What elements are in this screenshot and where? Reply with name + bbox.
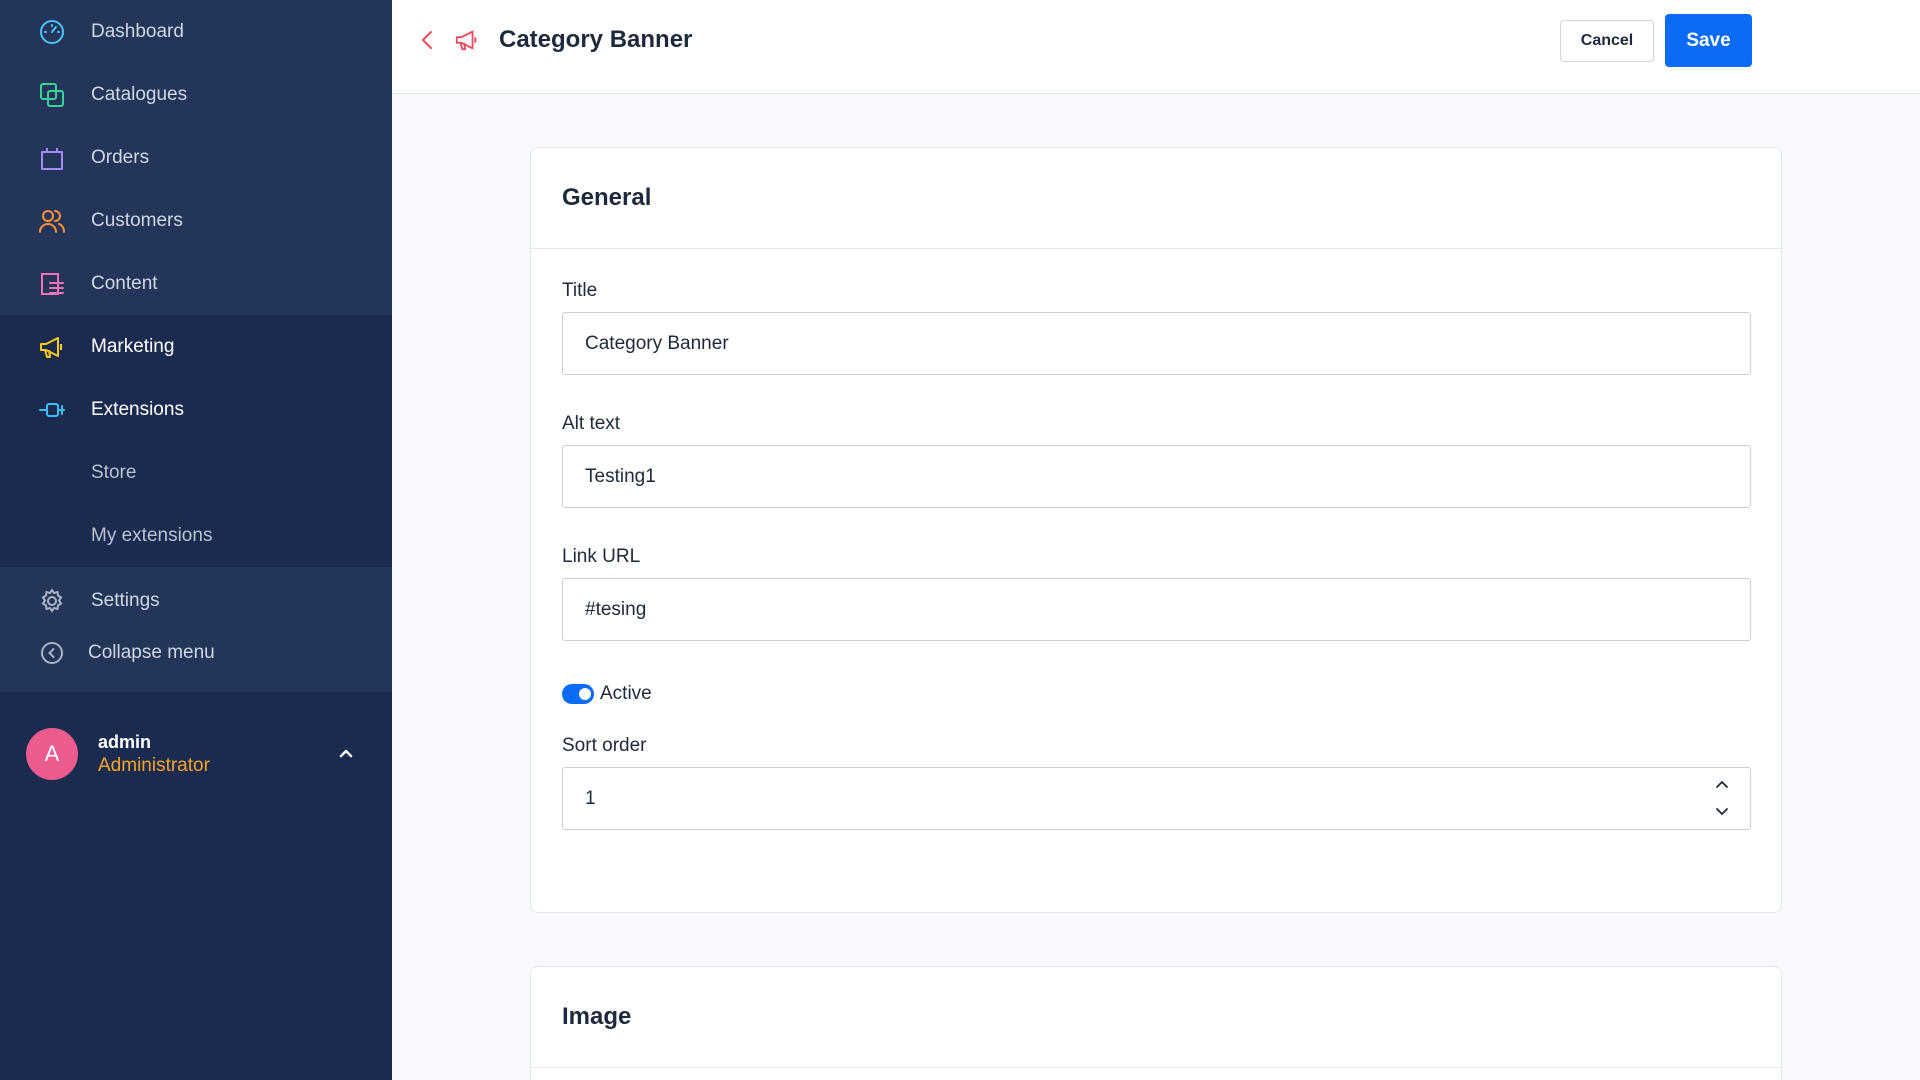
sidebar-item-label: Content [91,272,158,294]
general-card: General Title Alt text Link URL Active S… [530,147,1782,913]
alt-text-field-group: Alt text [562,413,1751,508]
user-role: Administrator [98,755,210,776]
sidebar-active-group: Marketing Extensions Store My extensions [0,315,392,567]
user-info: admin Administrator [98,730,210,778]
megaphone-icon [454,27,480,53]
customers-icon [38,207,66,235]
image-card-title: Image [562,1003,632,1030]
title-field-group: Title [562,280,1751,375]
sidebar-item-orders[interactable]: Orders [0,126,392,189]
user-name: admin [98,732,152,752]
sort-order-label: Sort order [562,735,647,756]
sidebar-subitem-store[interactable]: Store [0,441,392,504]
sidebar-item-settings[interactable]: Settings [0,575,392,627]
toggle-knob [579,688,591,700]
sidebar-item-label: Extensions [91,398,184,420]
back-arrow-icon[interactable] [416,28,440,52]
general-card-title: General [562,184,652,211]
active-toggle-row: Active [562,683,1750,705]
dashboard-icon [38,18,66,46]
title-label: Title [562,280,598,301]
sidebar-item-label: Marketing [91,335,175,357]
title-input[interactable] [562,312,1751,375]
image-card: Image [530,966,1782,1080]
sidebar-item-marketing[interactable]: Marketing [0,315,392,378]
sidebar-bottom-nav: Settings Collapse menu [0,567,392,692]
sidebar-item-content[interactable]: Content [0,252,392,315]
sidebar-item-extensions[interactable]: Extensions [0,378,392,441]
sidebar-item-customers[interactable]: Customers [0,189,392,252]
active-toggle[interactable] [562,684,594,704]
user-profile: A admin Administrator [0,728,392,780]
sidebar-item-dashboard[interactable]: Dashboard [0,0,392,63]
collapse-menu-label: Collapse menu [88,642,215,663]
save-button[interactable]: Save [1665,14,1752,67]
general-card-header: General [531,148,1781,249]
sidebar-subitem-my-extensions[interactable]: My extensions [0,504,392,567]
page-header: Category Banner Cancel Save [392,0,1920,94]
sidebar-main-nav: Dashboard Catalogues Orders Customers Co… [0,0,392,315]
chevron-up-icon[interactable] [334,742,358,766]
sidebar: Dashboard Catalogues Orders Customers Co… [0,0,392,1080]
sidebar-item-label: Orders [91,146,150,168]
orders-icon [38,144,66,172]
link-url-label: Link URL [562,546,641,567]
sort-order-wrapper [562,767,1751,830]
sidebar-item-label: Dashboard [91,20,184,42]
content-icon [38,270,66,298]
sidebar-item-catalogues[interactable]: Catalogues [0,63,392,126]
active-label: Active [600,683,652,704]
link-url-field-group: Link URL [562,546,1751,641]
image-card-header: Image [531,967,1781,1068]
avatar: A [26,728,78,780]
extensions-icon [38,396,66,424]
chevron-down-icon[interactable] [1711,801,1733,821]
sidebar-item-label: Settings [91,590,160,611]
alt-text-input[interactable] [562,445,1751,508]
megaphone-icon [38,333,66,361]
chevron-left-circle-icon [38,639,66,667]
sort-order-input[interactable] [562,767,1751,830]
gear-icon [38,587,66,615]
chevron-up-icon[interactable] [1711,775,1733,795]
alt-text-label: Alt text [562,413,621,434]
general-card-body: Title Alt text Link URL Active Sort orde… [531,280,1781,830]
sidebar-item-label: Customers [91,209,183,231]
catalogues-icon [38,81,66,109]
cancel-button[interactable]: Cancel [1560,20,1654,62]
quantity-stepper [1711,775,1733,821]
page-title: Category Banner [499,26,693,53]
link-url-input[interactable] [562,578,1751,641]
collapse-menu-button[interactable]: Collapse menu [0,627,392,679]
sidebar-item-label: Catalogues [91,83,188,105]
sort-order-field-group: Sort order [562,735,1751,830]
